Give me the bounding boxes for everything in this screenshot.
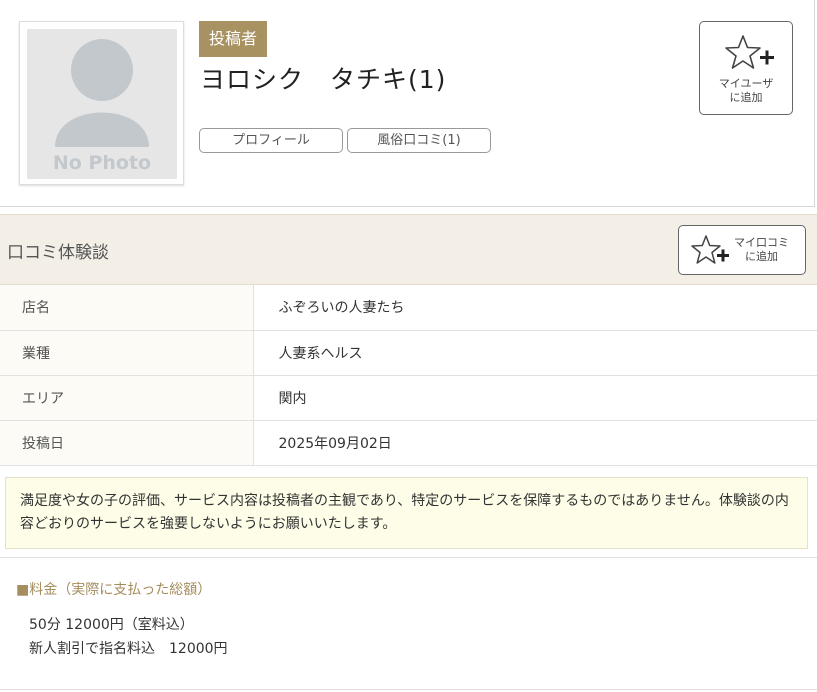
reviews-button[interactable]: 風俗口コミ(1) — [347, 128, 491, 153]
user-silhouette-icon: No Photo — [27, 29, 177, 179]
divider — [0, 557, 817, 558]
review-header: 口コミ体験談 マイ口コミ に追加 — [0, 214, 817, 285]
table-row: 業種 人妻系ヘルス — [0, 330, 817, 376]
disclaimer-notice: 満足度や女の子の評価、サービス内容は投稿者の主観であり、特定のサービスを保障する… — [5, 477, 808, 549]
post-date-label: 投稿日 — [0, 420, 254, 466]
category-label: 業種 — [0, 330, 254, 376]
shop-value: ふぞろいの人妻たち — [253, 285, 817, 331]
table-row: 投稿日 2025年09月02日 — [0, 420, 817, 466]
divider — [0, 689, 817, 690]
review-info-table: 店名 ふぞろいの人妻たち 業種 人妻系ヘルス エリア 関内 投稿日 2025年0… — [0, 285, 817, 466]
review-title: 口コミ体験談 — [7, 243, 109, 263]
add-my-review-line1: マイ口コミ — [734, 236, 789, 249]
avatar[interactable]: No Photo — [19, 21, 184, 185]
price-section-title: ■料金（実際に支払った総額） — [16, 582, 212, 598]
add-my-review-button[interactable]: マイ口コミ に追加 — [678, 225, 806, 275]
no-photo-image: No Photo — [27, 29, 177, 179]
area-value: 関内 — [253, 375, 817, 421]
poster-badge: 投稿者 — [199, 21, 268, 57]
table-row: エリア 関内 — [0, 375, 817, 421]
price-line: 新人割引で指名料込 12000円 — [29, 641, 228, 657]
category-value: 人妻系ヘルス — [253, 330, 817, 376]
shop-label: 店名 — [0, 285, 254, 331]
profile-button[interactable]: プロフィール — [199, 128, 343, 153]
add-my-review-line2: に追加 — [745, 250, 778, 263]
add-my-review-label: マイ口コミ に追加 — [734, 236, 789, 264]
poster-name: ヨロシク タチキ(1) — [200, 65, 447, 94]
star-plus-icon — [724, 34, 774, 76]
area-label: エリア — [0, 375, 254, 421]
add-my-user-line2: に追加 — [729, 91, 763, 104]
add-my-user-button[interactable]: マイユーザ に追加 — [699, 21, 793, 115]
add-my-user-line1: マイユーザ — [718, 77, 774, 90]
poster-profile-card: No Photo 投稿者 ヨロシク タチキ(1) プロフィール 風俗口コミ(1)… — [0, 0, 815, 207]
add-my-user-label: マイユーザ に追加 — [700, 77, 792, 105]
star-plus-icon — [691, 235, 731, 271]
table-row: 店名 ふぞろいの人妻たち — [0, 285, 817, 331]
no-photo-label: No Photo — [53, 152, 151, 174]
post-date-value: 2025年09月02日 — [253, 420, 817, 466]
price-line: 50分 12000円（室料込） — [29, 617, 194, 633]
